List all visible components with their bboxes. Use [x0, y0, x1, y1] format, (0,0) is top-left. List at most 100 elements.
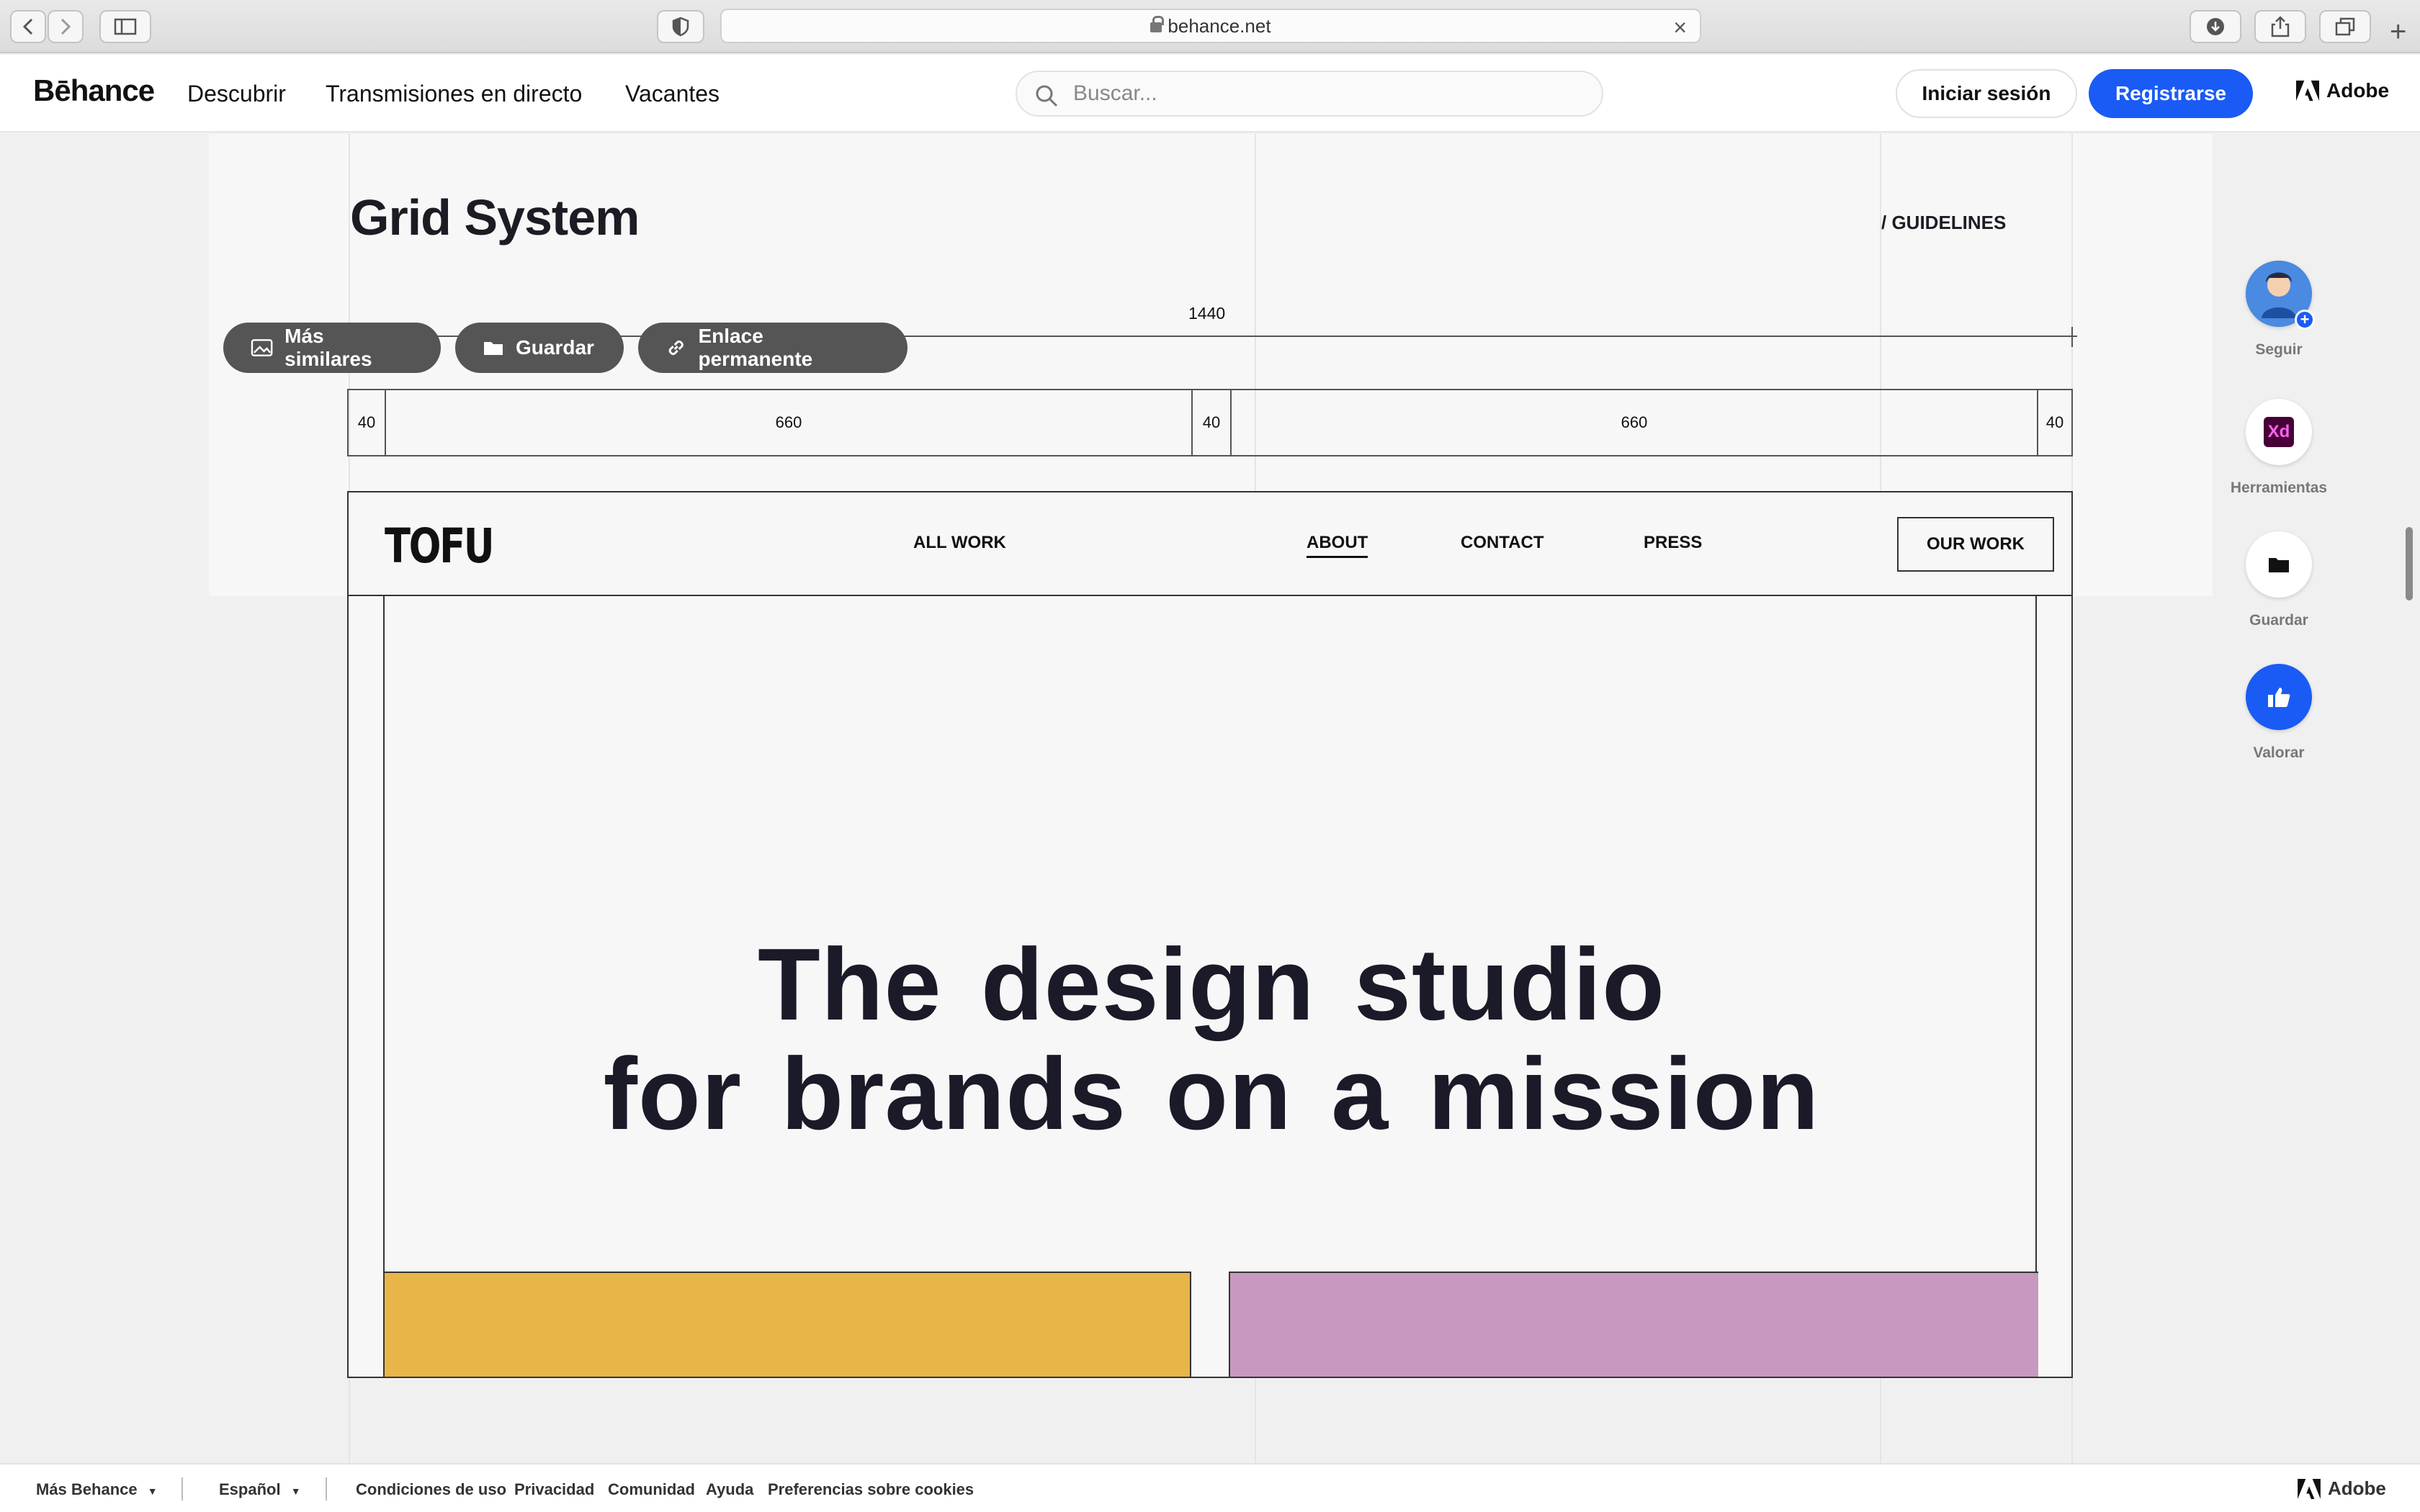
appreciate-action[interactable]: Valorar [2246, 664, 2312, 761]
tools-label: Herramientas [2230, 480, 2328, 496]
permalink-button[interactable]: Enlace permanente [638, 323, 908, 373]
footer-link-help[interactable]: Ayuda [706, 1480, 753, 1499]
caret-down-icon: ▼ [290, 1485, 301, 1497]
folder-icon [2269, 558, 2289, 572]
footer-adobe-link[interactable]: Adobe [2298, 1477, 2386, 1500]
avatar[interactable]: + [2246, 261, 2315, 330]
appreciate-circle[interactable] [2246, 664, 2312, 730]
footer-link-privacy[interactable]: Privacidad [514, 1480, 594, 1499]
adobe-logo-icon [2298, 1478, 2321, 1499]
project-section-title: Grid System [350, 189, 640, 246]
folder-icon [484, 342, 503, 355]
pink-block [1229, 1272, 2038, 1377]
hero-line-2: for brands on a mission [603, 1037, 1820, 1151]
grid-column: 660 [386, 390, 1193, 455]
search-placeholder: Buscar... [1073, 81, 1157, 105]
search-input[interactable]: Buscar... [1016, 71, 1603, 117]
download-icon [2207, 18, 2224, 35]
mockup-cta: OUR WORK [1897, 517, 2054, 572]
mockup-nav-press: PRESS [1644, 533, 1703, 552]
download-button[interactable] [2190, 10, 2241, 43]
behance-logo[interactable]: Bēhance [33, 73, 155, 108]
yellow-block [385, 1272, 1191, 1377]
follow-plus-icon: + [2295, 310, 2315, 330]
thumbs-up-icon [2268, 688, 2290, 707]
image-icon [251, 339, 273, 356]
ruler-total-label: 1440 [1188, 304, 1226, 323]
more-similar-button[interactable]: Más similares [223, 323, 441, 373]
save-label: Guardar [2249, 612, 2308, 629]
hero-line-1: The design studio [758, 927, 1665, 1042]
save-pill-label: Guardar [516, 336, 594, 359]
mockup-nav-about: ABOUT [1307, 533, 1368, 558]
browser-toolbar: behance.net × + [0, 0, 2420, 53]
follow-label: Seguir [2255, 341, 2303, 358]
adobe-logo-icon [2296, 80, 2319, 102]
save-circle[interactable] [2246, 531, 2312, 598]
grid-gutter: 40 [349, 390, 386, 455]
nav-descubrir[interactable]: Descubrir [187, 81, 286, 107]
appreciate-label: Valorar [2253, 744, 2305, 761]
sidebar-icon [114, 18, 137, 35]
website-mockup: TOFU ALL WORK ABOUT CONTACT PRESS OUR WO… [347, 491, 2073, 1378]
ruler-tick [2071, 327, 2073, 347]
tools-action[interactable]: Xd Herramientas [2231, 399, 2327, 496]
more-behance-label: Más Behance [36, 1480, 138, 1498]
save-action[interactable]: Guardar [2246, 531, 2312, 629]
footer-link-terms[interactable]: Condiciones de uso [356, 1480, 506, 1499]
mockup-logo: TOFU [385, 518, 495, 574]
shield-icon [672, 17, 689, 37]
divider [182, 1477, 183, 1500]
lock-icon [1150, 16, 1165, 32]
follow-action[interactable]: + Seguir [2246, 261, 2315, 358]
grid-column: 660 [1232, 390, 2038, 455]
search-icon [1036, 85, 1058, 107]
mockup-navbar: TOFU ALL WORK ABOUT CONTACT PRESS OUR WO… [349, 492, 2071, 596]
column-grid: 40 660 40 660 40 [347, 389, 2073, 456]
new-tab-button[interactable]: + [2390, 16, 2406, 48]
divider [326, 1477, 327, 1500]
save-pill-button[interactable]: Guardar [455, 323, 624, 373]
back-button[interactable] [10, 10, 46, 43]
nav-transmisiones[interactable]: Transmisiones en directo [326, 81, 582, 107]
footer-link-community[interactable]: Comunidad [608, 1480, 695, 1499]
grid-gutter: 40 [2045, 413, 2064, 431]
permalink-label: Enlace permanente [698, 325, 813, 370]
close-icon[interactable]: × [1673, 14, 1687, 41]
share-icon [2271, 16, 2290, 37]
mockup-hero: The design studio for brands on a missio… [385, 930, 2038, 1149]
adobe-link[interactable]: Adobe [2296, 79, 2389, 102]
scrollbar-thumb[interactable] [2406, 527, 2413, 600]
forward-button[interactable] [48, 10, 84, 43]
back-icon [22, 18, 33, 35]
register-button[interactable]: Registrarse [2089, 69, 2253, 118]
language-menu[interactable]: Español ▼ [219, 1480, 301, 1499]
tabs-button[interactable] [2319, 10, 2371, 43]
signin-button[interactable]: Iniciar sesión [1896, 69, 2077, 118]
adobe-label: Adobe [2326, 79, 2390, 102]
share-button[interactable] [2254, 10, 2306, 43]
footer-adobe-label: Adobe [2328, 1477, 2386, 1499]
grid-gutter: 40 [1193, 390, 1232, 455]
new-tab-icon: + [2390, 16, 2407, 48]
privacy-button[interactable] [657, 10, 704, 43]
link-icon [668, 340, 684, 356]
xd-icon: Xd [2264, 417, 2294, 447]
mockup-content: The design studio for brands on a missio… [383, 596, 2038, 1377]
site-header: Bēhance Descubrir Transmisiones en direc… [0, 55, 2420, 132]
more-behance-menu[interactable]: Más Behance ▼ [36, 1480, 158, 1499]
address-bar[interactable]: behance.net × [720, 9, 1701, 43]
caret-down-icon: ▼ [147, 1485, 158, 1497]
nav-vacantes[interactable]: Vacantes [625, 81, 720, 107]
sidebar-button[interactable] [99, 10, 151, 43]
footer-link-cookies[interactable]: Preferencias sobre cookies [768, 1480, 974, 1499]
language-label: Español [219, 1480, 281, 1498]
url-text: behance.net [1168, 14, 1271, 37]
more-similar-label: Más similares [284, 325, 372, 370]
mockup-nav-all-work: ALL WORK [913, 533, 1006, 552]
tabs-icon [2335, 17, 2355, 36]
tools-circle[interactable]: Xd [2246, 399, 2312, 465]
section-label: / GUIDELINES [1881, 212, 2007, 233]
site-footer: Más Behance ▼ Español ▼ Condiciones de u… [0, 1463, 2420, 1512]
mockup-nav-contact: CONTACT [1461, 533, 1544, 552]
